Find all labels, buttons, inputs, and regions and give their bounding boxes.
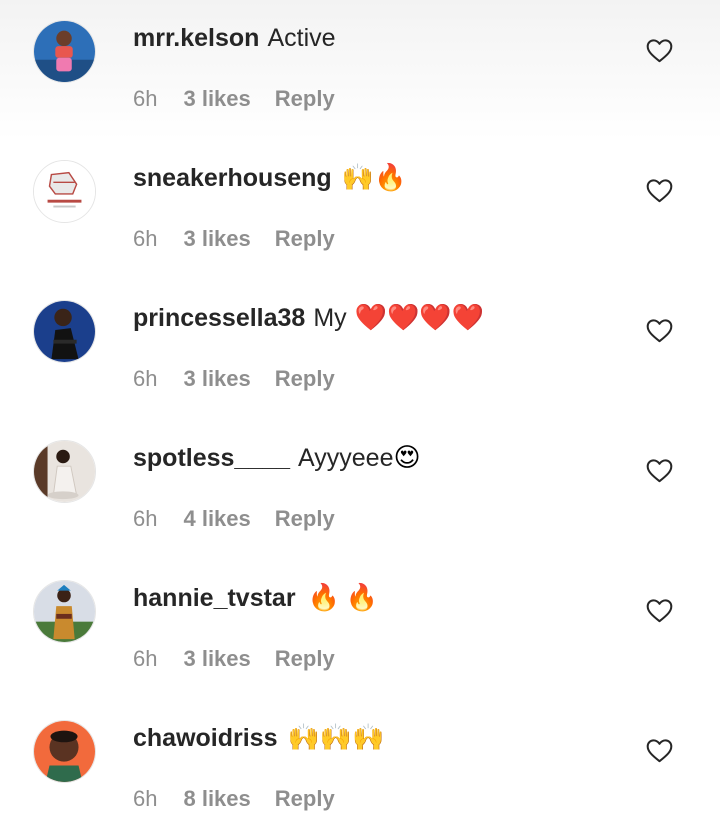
timestamp: 6h bbox=[133, 226, 158, 251]
comment-item: hannie_tvstar 🔥🔥 6h 3 likes Reply bbox=[0, 560, 720, 700]
timestamp: 6h bbox=[133, 786, 158, 811]
likes-count[interactable]: 3 likes bbox=[183, 646, 250, 672]
username[interactable]: sneakerhouseng bbox=[133, 164, 332, 193]
comment-item: princessella38 My ❤️❤️❤️❤️ 6h 3 likes Re… bbox=[0, 280, 720, 420]
comment-meta: 6h 8 likes Reply bbox=[133, 784, 335, 814]
username[interactable]: spotless____ bbox=[133, 444, 290, 473]
comment-item: sneakerhouseng 🙌🔥 6h 3 likes Reply bbox=[0, 140, 720, 280]
comment-item: chawoidriss 🙌🙌🙌 6h 8 likes Reply bbox=[0, 700, 720, 840]
comment-meta: 6h 3 likes Reply bbox=[133, 644, 335, 674]
comment-header: hannie_tvstar 🔥🔥 bbox=[133, 580, 384, 616]
timestamp: 6h bbox=[133, 506, 158, 531]
emoji-text: 🙌🔥 bbox=[341, 163, 407, 193]
reply-button[interactable]: Reply bbox=[275, 646, 335, 672]
reply-button[interactable]: Reply bbox=[275, 366, 335, 392]
username[interactable]: hannie_tvstar bbox=[133, 584, 296, 613]
comment-text: Active bbox=[267, 23, 336, 52]
likes-count[interactable]: 8 likes bbox=[183, 786, 250, 812]
avatar[interactable] bbox=[33, 440, 96, 503]
comment-header: spotless____ Ayyyeee 😍 bbox=[133, 440, 421, 476]
comment-header: sneakerhouseng 🙌🔥 bbox=[133, 160, 406, 196]
reply-button[interactable]: Reply bbox=[275, 506, 335, 532]
reply-button[interactable]: Reply bbox=[275, 86, 335, 112]
heart-icon[interactable] bbox=[646, 738, 673, 763]
username[interactable]: princessella38 bbox=[133, 304, 305, 333]
heart-icon[interactable] bbox=[646, 458, 673, 483]
comment-meta: 6h 3 likes Reply bbox=[133, 364, 335, 394]
comment-header: mrr.kelson Active bbox=[133, 20, 336, 56]
heart-icon[interactable] bbox=[646, 318, 673, 343]
avatar[interactable] bbox=[33, 160, 96, 223]
avatar[interactable] bbox=[33, 720, 96, 783]
emoji-text: 🙌🙌🙌 bbox=[287, 723, 385, 753]
avatar[interactable] bbox=[33, 580, 96, 643]
comment-meta: 6h 3 likes Reply bbox=[133, 84, 335, 114]
avatar[interactable] bbox=[33, 300, 96, 363]
username[interactable]: chawoidriss bbox=[133, 724, 278, 753]
timestamp: 6h bbox=[133, 646, 158, 671]
username[interactable]: mrr.kelson bbox=[133, 24, 259, 53]
likes-count[interactable]: 3 likes bbox=[183, 226, 250, 252]
likes-count[interactable]: 4 likes bbox=[183, 506, 250, 532]
comment-text: Ayyyeee bbox=[298, 443, 394, 472]
timestamp: 6h bbox=[133, 366, 158, 391]
avatar[interactable] bbox=[33, 20, 96, 83]
likes-count[interactable]: 3 likes bbox=[183, 86, 250, 112]
reply-button[interactable]: Reply bbox=[275, 226, 335, 252]
comment-item: mrr.kelson Active 6h 3 likes Reply bbox=[0, 0, 720, 140]
comment-meta: 6h 3 likes Reply bbox=[133, 224, 335, 254]
comment-item: spotless____ Ayyyeee 😍 6h 4 likes Reply bbox=[0, 420, 720, 560]
reply-button[interactable]: Reply bbox=[275, 786, 335, 812]
comment-list: mrr.kelson Active 6h 3 likes Reply sneak… bbox=[0, 0, 720, 836]
emoji-text: 😍 bbox=[393, 443, 421, 473]
comment-meta: 6h 4 likes Reply bbox=[133, 504, 335, 534]
heart-icon[interactable] bbox=[646, 598, 673, 623]
heart-icon[interactable] bbox=[646, 38, 673, 63]
emoji-text: 🔥🔥 bbox=[307, 583, 385, 613]
heart-icon[interactable] bbox=[646, 178, 673, 203]
emoji-text: ❤️❤️❤️❤️ bbox=[354, 303, 485, 333]
likes-count[interactable]: 3 likes bbox=[183, 366, 250, 392]
comment-header: princessella38 My ❤️❤️❤️❤️ bbox=[133, 300, 484, 336]
timestamp: 6h bbox=[133, 86, 158, 111]
comment-text: My bbox=[313, 303, 347, 332]
comment-header: chawoidriss 🙌🙌🙌 bbox=[133, 720, 385, 756]
